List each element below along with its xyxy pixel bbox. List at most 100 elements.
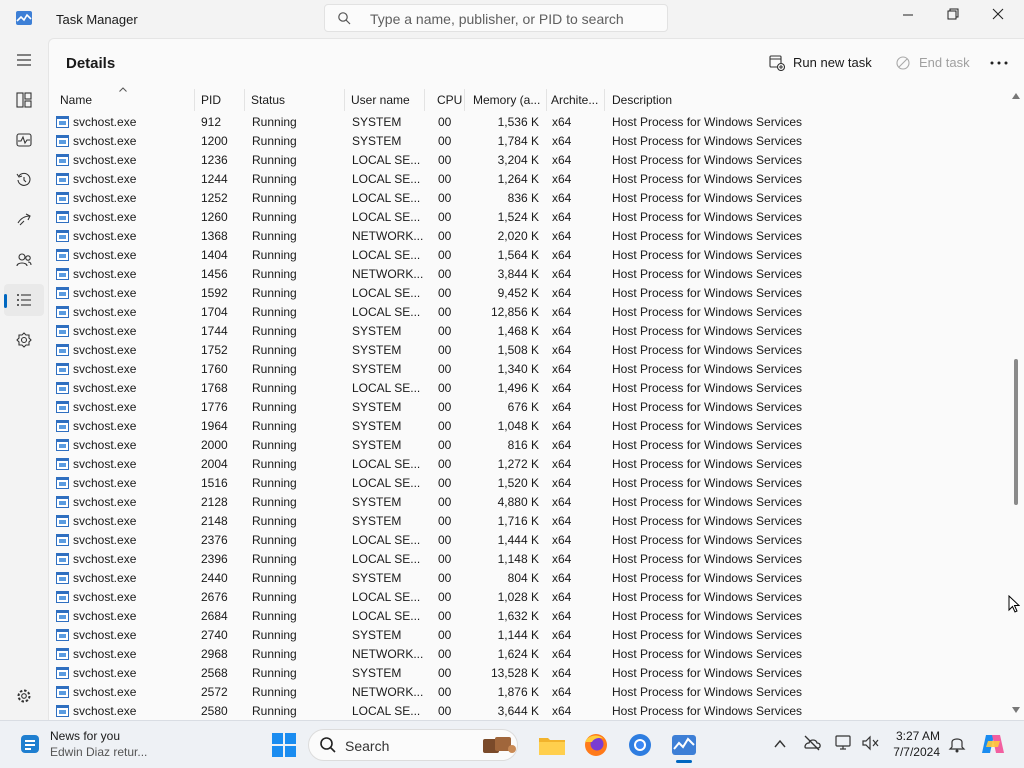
column-header-memory[interactable]: Memory (a... <box>467 89 547 111</box>
sidebar-item-processes[interactable] <box>4 84 44 116</box>
show-hidden-icons-chevron[interactable] <box>774 739 786 749</box>
table-row[interactable]: svchost.exe 2128 Running SYSTEM 00 4,880 K x64… <box>49 493 1009 512</box>
taskbar-firefox[interactable] <box>580 729 612 761</box>
search-placeholder: Type a name, publisher, or PID to search <box>370 11 624 27</box>
run-new-task-button[interactable]: Run new task <box>769 53 872 73</box>
column-header-architecture[interactable]: Archite... <box>545 89 605 111</box>
table-row[interactable]: svchost.exe 1768 Running LOCAL SE... 00 1,496… <box>49 379 1009 398</box>
cell-cpu: 00 <box>438 115 452 129</box>
table-row[interactable]: svchost.exe 1776 Running SYSTEM 00 676 K x64 Ho… <box>49 398 1009 417</box>
table-row[interactable]: svchost.exe 2968 Running NETWORK... 00 1,624 … <box>49 645 1009 664</box>
more-options-button[interactable] <box>989 53 1009 73</box>
cell-pid: 1200 <box>201 134 228 148</box>
table-row[interactable]: svchost.exe 1368 Running NETWORK... 00 2,020 … <box>49 227 1009 246</box>
notifications-bell-icon[interactable] <box>948 733 966 753</box>
table-row[interactable]: svchost.exe 1236 Running LOCAL SE... 00 3,204… <box>49 151 1009 170</box>
cell-pid: 2396 <box>201 552 228 566</box>
scroll-up-icon[interactable] <box>1012 93 1020 99</box>
table-row[interactable]: svchost.exe 2376 Running LOCAL SE... 00 1,444… <box>49 531 1009 550</box>
cell-description: Host Process for Windows Services <box>612 590 803 604</box>
sidebar-item-app-history[interactable] <box>4 164 44 196</box>
column-header-user-name[interactable]: User name <box>345 89 425 111</box>
settings-icon <box>17 689 31 703</box>
column-header-pid[interactable]: PID <box>195 89 245 111</box>
table-row[interactable]: svchost.exe 2568 Running SYSTEM 00 13,528 K x6… <box>49 664 1009 683</box>
taskbar-file-explorer[interactable] <box>536 729 568 761</box>
cell-pid: 2968 <box>201 647 228 661</box>
vertical-scrollbar[interactable] <box>1009 89 1023 719</box>
sidebar-item-services[interactable] <box>4 324 44 356</box>
scroll-thumb[interactable] <box>1014 359 1018 505</box>
scroll-down-icon[interactable] <box>1012 707 1020 713</box>
news-widget-headline[interactable]: Edwin Diaz retur... <box>50 745 147 759</box>
table-row[interactable]: svchost.exe 1752 Running SYSTEM 00 1,508 K x64… <box>49 341 1009 360</box>
table-row[interactable]: svchost.exe 912 Running SYSTEM 00 1,536 K x64 H… <box>49 113 1009 132</box>
table-row[interactable]: svchost.exe 2004 Running LOCAL SE... 00 1,272… <box>49 455 1009 474</box>
table-row[interactable]: svchost.exe 1592 Running LOCAL SE... 00 9,452… <box>49 284 1009 303</box>
table-row[interactable]: svchost.exe 1456 Running NETWORK... 00 3,844 … <box>49 265 1009 284</box>
table-row[interactable]: svchost.exe 2676 Running LOCAL SE... 00 1,028… <box>49 588 1009 607</box>
table-row[interactable]: svchost.exe 1760 Running SYSTEM 00 1,340 K x64… <box>49 360 1009 379</box>
cell-pid: 2440 <box>201 571 228 585</box>
table-row[interactable]: svchost.exe 1260 Running LOCAL SE... 00 1,524… <box>49 208 1009 227</box>
table-row[interactable]: svchost.exe 1404 Running LOCAL SE... 00 1,564… <box>49 246 1009 265</box>
clock-date[interactable]: 7/7/2024 <box>892 745 940 759</box>
table-row[interactable]: svchost.exe 1244 Running LOCAL SE... 00 1,264… <box>49 170 1009 189</box>
table-row[interactable]: svchost.exe 1252 Running LOCAL SE... 00 836 K… <box>49 189 1009 208</box>
services-icon <box>16 332 32 348</box>
restore-button[interactable] <box>931 4 975 26</box>
table-row[interactable]: svchost.exe 1200 Running SYSTEM 00 1,784 K x64… <box>49 132 1009 151</box>
start-button[interactable] <box>268 729 300 761</box>
process-icon <box>56 629 69 641</box>
cell-arch: x64 <box>552 134 572 148</box>
news-widget-title[interactable]: News for you <box>50 729 120 743</box>
copilot-icon[interactable] <box>980 731 1006 757</box>
table-row[interactable]: svchost.exe 2580 Running LOCAL SE... 00 3,644… <box>49 702 1009 720</box>
search-box[interactable]: Type a name, publisher, or PID to search <box>324 4 668 32</box>
cell-description: Host Process for Windows Services <box>612 248 803 262</box>
cell-name: svchost.exe <box>73 362 137 376</box>
sidebar-item-menu[interactable] <box>4 44 44 76</box>
sidebar-item-details[interactable] <box>4 284 44 316</box>
cell-pid: 2376 <box>201 533 228 547</box>
end-task-label: End task <box>919 55 970 70</box>
close-button[interactable] <box>976 4 1020 26</box>
minimize-button[interactable] <box>886 4 930 26</box>
table-row[interactable]: svchost.exe 1704 Running LOCAL SE... 00 12,85… <box>49 303 1009 322</box>
cell-cpu: 00 <box>438 685 452 699</box>
table-row[interactable]: svchost.exe 2000 Running SYSTEM 00 816 K x64 Ho… <box>49 436 1009 455</box>
taskbar-search[interactable]: Search <box>308 729 518 761</box>
cell-memory: 1,520 K <box>497 476 539 490</box>
column-header-description[interactable]: Description <box>606 89 1006 111</box>
cell-status: Running <box>252 552 297 566</box>
table-row[interactable]: svchost.exe 2148 Running SYSTEM 00 1,716 K x64… <box>49 512 1009 531</box>
volume-muted-icon[interactable] <box>860 733 880 753</box>
sidebar-item-performance[interactable] <box>4 124 44 156</box>
column-header-status[interactable]: Status <box>245 89 345 111</box>
table-row[interactable]: svchost.exe 2572 Running NETWORK... 00 1,876 … <box>49 683 1009 702</box>
table-row[interactable]: svchost.exe 1516 Running LOCAL SE... 00 1,520… <box>49 474 1009 493</box>
news-widget-icon[interactable] <box>18 732 42 756</box>
column-header-cpu[interactable]: CPU <box>431 89 465 111</box>
column-header-name[interactable]: Name <box>54 89 195 111</box>
table-row[interactable]: svchost.exe 1964 Running SYSTEM 00 1,048 K x64… <box>49 417 1009 436</box>
mouse-cursor-icon <box>1008 595 1020 613</box>
table-row[interactable]: svchost.exe 2684 Running LOCAL SE... 00 1,632… <box>49 607 1009 626</box>
network-icon[interactable] <box>834 733 854 753</box>
table-row[interactable]: svchost.exe 2440 Running SYSTEM 00 804 K x64 Ho… <box>49 569 1009 588</box>
process-icon <box>56 496 69 508</box>
taskbar-chrome[interactable] <box>624 729 656 761</box>
cell-name: svchost.exe <box>73 248 137 262</box>
clock-time[interactable]: 3:27 AM <box>892 729 940 743</box>
taskbar-task-manager[interactable] <box>668 729 700 763</box>
sidebar-item-settings[interactable] <box>4 680 44 712</box>
end-task-button[interactable]: End task <box>895 53 970 73</box>
table-row[interactable]: svchost.exe 1744 Running SYSTEM 00 1,468 K x64… <box>49 322 1009 341</box>
table-row[interactable]: svchost.exe 2396 Running LOCAL SE... 00 1,148… <box>49 550 1009 569</box>
onedrive-icon[interactable] <box>802 733 822 753</box>
process-icon <box>56 420 69 432</box>
sidebar-item-users[interactable] <box>4 244 44 276</box>
cell-name: svchost.exe <box>73 476 137 490</box>
sidebar-item-startup-apps[interactable] <box>4 204 44 236</box>
table-row[interactable]: svchost.exe 2740 Running SYSTEM 00 1,144 K x64… <box>49 626 1009 645</box>
